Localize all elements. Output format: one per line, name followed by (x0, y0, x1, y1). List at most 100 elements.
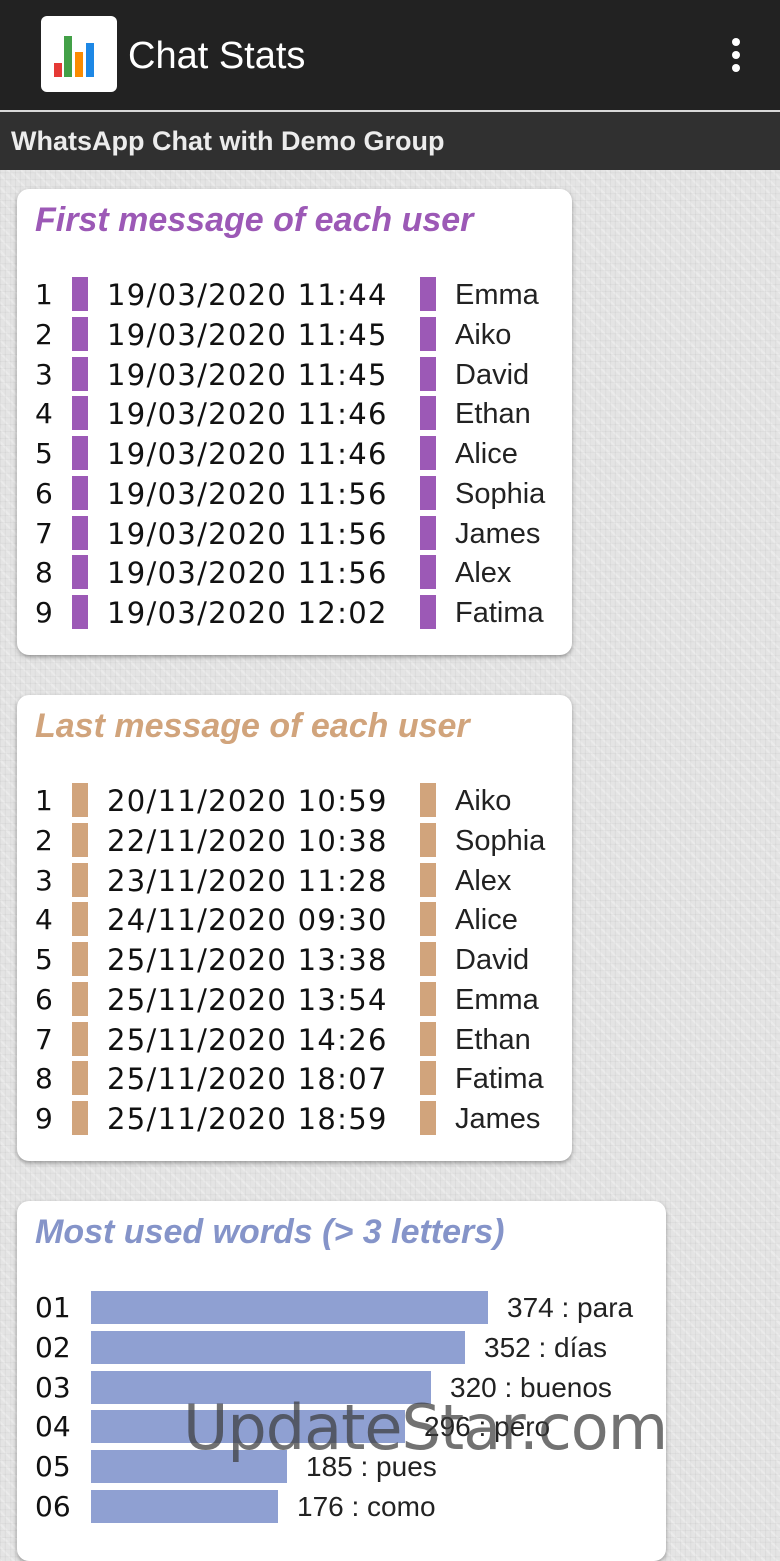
first-message-row: 8 19/03/2020 11:56 Alex (17, 553, 573, 593)
message-datetime: 19/03/2020 11:45 (107, 357, 388, 392)
word-bar (91, 1330, 465, 1364)
message-datetime: 25/11/2020 13:38 (107, 943, 388, 977)
message-datetime: 19/03/2020 11:46 (107, 397, 388, 432)
color-marker (420, 356, 436, 391)
color-marker (72, 475, 88, 510)
user-name: Aiko (455, 785, 512, 817)
message-datetime: 25/11/2020 13:54 (107, 982, 388, 1017)
most-used-words-title: Most used words (> 3 letters) (35, 1213, 505, 1251)
color-marker (420, 277, 436, 311)
word-bar-row: 06 176 : como (17, 1487, 667, 1527)
message-datetime: 19/03/2020 11:45 (107, 317, 388, 352)
rank-number: 7 (35, 516, 53, 550)
last-message-row: 5 25/11/2020 13:38 David (17, 940, 573, 980)
color-marker (420, 396, 436, 431)
first-message-row: 2 19/03/2020 11:45 Aiko (17, 315, 573, 355)
app-bar: Chat Stats (0, 0, 780, 112)
user-name: David (455, 944, 530, 976)
user-name: Ethan (455, 398, 531, 431)
color-marker (72, 981, 88, 1016)
user-name: Ethan (455, 1023, 531, 1056)
color-marker (72, 1061, 88, 1096)
message-datetime: 20/11/2020 10:59 (107, 784, 388, 818)
first-message-list: 1 19/03/2020 11:44 Emma 2 19/03/2020 11:45 Ai… (17, 275, 573, 633)
first-message-row: 4 19/03/2020 11:46 Ethan (17, 394, 573, 434)
color-marker (420, 862, 436, 897)
word-count-label: 374 : para (507, 1292, 634, 1323)
rank-number: 7 (35, 1022, 53, 1056)
watermark: UpdateStar.com (183, 1391, 668, 1464)
color-marker (420, 436, 436, 470)
user-name: Emma (455, 279, 539, 311)
user-name: David (455, 358, 530, 391)
word-count-label: 176 : como (297, 1491, 436, 1522)
first-message-row: 5 19/03/2020 11:46 Alice (17, 434, 573, 474)
user-name: Fatima (455, 597, 544, 629)
color-marker (420, 942, 436, 976)
last-message-card: Last message of each user 1 20/11/2020 10… (17, 695, 572, 1161)
user-name: Alex (455, 557, 512, 590)
bar-chart-logo-icon (41, 16, 117, 92)
last-message-row: 6 25/11/2020 13:54 Emma (17, 980, 573, 1020)
word-bar (91, 1291, 488, 1324)
rank-number: 5 (35, 437, 53, 470)
color-marker (420, 475, 436, 510)
last-message-row: 7 25/11/2020 14:26 Ethan (17, 1020, 573, 1060)
rank-number: 2 (35, 317, 53, 351)
user-name: James (455, 1103, 541, 1135)
color-marker (72, 862, 88, 897)
word-bar (91, 1490, 278, 1523)
color-marker (420, 555, 436, 590)
color-marker (420, 515, 436, 550)
user-name: James (455, 517, 541, 550)
color-marker (72, 595, 88, 629)
color-marker (420, 316, 436, 351)
color-marker (72, 942, 88, 976)
rank-number: 8 (35, 556, 53, 590)
word-bar-row: 01 374 : para (17, 1288, 667, 1328)
color-marker (420, 822, 436, 857)
more-vertical-icon[interactable] (716, 32, 756, 78)
message-datetime: 19/03/2020 11:56 (107, 476, 388, 511)
first-message-title: First message of each user (35, 201, 474, 239)
rank-number: 1 (35, 784, 53, 817)
message-datetime: 25/11/2020 18:59 (107, 1102, 388, 1136)
rank-number: 2 (35, 823, 53, 857)
rank-number: 4 (35, 903, 53, 937)
rank-number: 5 (35, 943, 53, 976)
color-marker (72, 1021, 88, 1056)
last-message-row: 3 23/11/2020 11:28 Alex (17, 861, 573, 901)
last-message-row: 4 24/11/2020 09:30 Alice (17, 900, 573, 940)
color-marker (72, 356, 88, 391)
color-marker (420, 1061, 436, 1096)
color-marker (72, 555, 88, 590)
color-marker (420, 981, 436, 1016)
last-message-list: 1 20/11/2020 10:59 Aiko 2 22/11/2020 10:38 So… (17, 781, 573, 1139)
color-marker (72, 822, 88, 857)
word-rank: 03 (35, 1370, 71, 1404)
rank-number: 1 (35, 278, 53, 311)
chat-title: WhatsApp Chat with Demo Group (11, 126, 445, 156)
rank-number: 4 (35, 397, 53, 431)
word-rank: 06 (35, 1490, 71, 1523)
first-message-row: 1 19/03/2020 11:44 Emma (17, 275, 573, 315)
user-name: Sophia (455, 824, 546, 857)
first-message-row: 3 19/03/2020 11:45 David (17, 355, 573, 395)
color-marker (72, 316, 88, 351)
word-count-label: 352 : días (484, 1331, 607, 1363)
app-title: Chat Stats (128, 35, 306, 77)
word-rank: 04 (35, 1410, 71, 1444)
user-name: Fatima (455, 1063, 544, 1096)
last-message-title: Last message of each user (35, 707, 470, 745)
message-datetime: 19/03/2020 11:44 (107, 278, 388, 312)
user-name: Aiko (455, 318, 512, 351)
word-rank: 02 (35, 1330, 71, 1364)
user-name: Alex (455, 864, 512, 897)
color-marker (72, 436, 88, 470)
user-name: Emma (455, 983, 539, 1016)
color-marker (72, 1101, 88, 1135)
color-marker (72, 396, 88, 431)
rank-number: 3 (35, 863, 53, 897)
first-message-row: 6 19/03/2020 11:56 Sophia (17, 474, 573, 514)
rank-number: 9 (35, 1102, 53, 1135)
